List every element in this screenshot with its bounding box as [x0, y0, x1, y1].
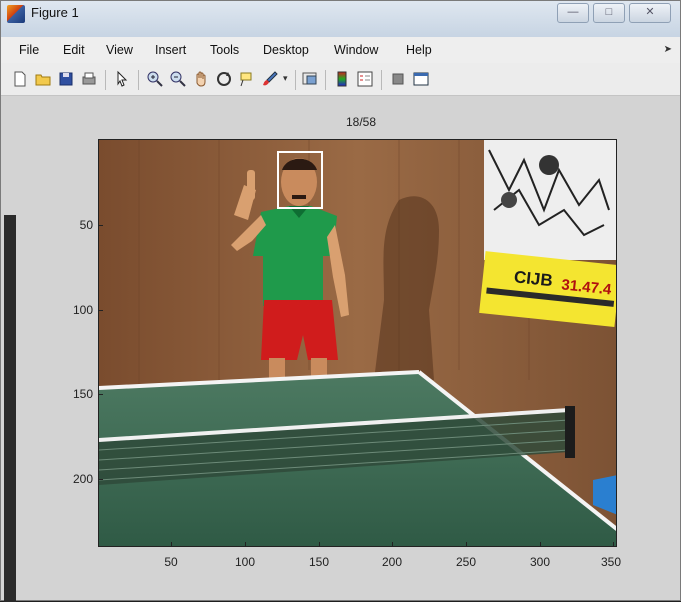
x-tick-label: 350	[600, 555, 622, 569]
menu-insert[interactable]: Insert	[155, 43, 186, 57]
close-button[interactable]: ✕	[629, 3, 671, 23]
new-figure-icon[interactable]	[11, 70, 29, 88]
y-tick-label: 100	[72, 303, 93, 317]
zoom-out-icon[interactable]	[169, 70, 187, 88]
matlab-logo-icon	[7, 5, 25, 23]
x-tick-label: 200	[381, 555, 403, 569]
y-tick-mark	[98, 310, 103, 311]
axes-title: 18/58	[345, 115, 377, 129]
video-frame-image: CIJB 31.47.4	[99, 140, 616, 546]
menu-desktop[interactable]: Desktop	[263, 43, 309, 57]
menu-edit[interactable]: Edit	[63, 43, 85, 57]
y-tick-label: 200	[72, 472, 93, 486]
x-tick-mark	[466, 542, 467, 547]
toolbar: ▾	[1, 63, 680, 96]
brush-icon[interactable]	[261, 70, 279, 88]
poster-text: CIJB	[513, 267, 554, 290]
y-tick-mark	[98, 479, 103, 480]
x-tick-mark	[245, 542, 246, 547]
colorbar-icon[interactable]	[333, 70, 351, 88]
menu-tools[interactable]: Tools	[210, 43, 239, 57]
figure-window: Figure 1 — □ ✕ File Edit View Insert Too…	[0, 0, 681, 602]
y-tick-mark	[98, 225, 103, 226]
image-axes[interactable]: CIJB 31.47.4	[98, 139, 617, 547]
menu-help[interactable]: Help	[406, 43, 432, 57]
title-bar: Figure 1 — □ ✕	[1, 1, 680, 38]
maximize-button[interactable]: □	[593, 3, 625, 23]
y-tick-mark	[98, 394, 103, 395]
data-cursor-icon[interactable]	[238, 70, 256, 88]
window-title: Figure 1	[31, 5, 79, 20]
x-tick-mark	[319, 542, 320, 547]
menu-bar: File Edit View Insert Tools Desktop Wind…	[1, 37, 680, 63]
menu-file[interactable]: File	[19, 43, 39, 57]
print-icon[interactable]	[80, 70, 98, 88]
pointer-icon[interactable]	[113, 70, 131, 88]
y-tick-label: 150	[72, 387, 93, 401]
rotate-icon[interactable]	[215, 70, 233, 88]
legend-icon[interactable]	[356, 70, 374, 88]
save-icon[interactable]	[57, 70, 75, 88]
hide-tools-icon[interactable]	[389, 70, 407, 88]
menu-view[interactable]: View	[106, 43, 133, 57]
x-tick-label: 100	[234, 555, 256, 569]
x-tick-mark	[540, 542, 541, 547]
x-tick-label: 250	[455, 555, 477, 569]
minimize-button[interactable]: —	[557, 3, 589, 23]
left-window-edge	[4, 215, 16, 602]
y-tick-label: 50	[79, 218, 93, 232]
zoom-in-icon[interactable]	[146, 70, 164, 88]
x-tick-label: 300	[529, 555, 551, 569]
x-tick-mark	[171, 542, 172, 547]
wall-poster: CIJB 31.47.4	[479, 140, 616, 328]
brush-dropdown-icon[interactable]: ▾	[283, 73, 288, 84]
x-tick-mark	[392, 542, 393, 547]
x-tick-label: 50	[164, 555, 178, 569]
menu-window[interactable]: Window	[334, 43, 378, 57]
x-tick-label: 150	[308, 555, 330, 569]
x-tick-mark	[613, 542, 614, 547]
menu-overflow-icon[interactable]: ➤	[664, 44, 672, 55]
link-icon[interactable]	[301, 70, 319, 88]
show-tools-icon[interactable]	[412, 70, 430, 88]
pan-icon[interactable]	[192, 70, 210, 88]
open-icon[interactable]	[34, 70, 52, 88]
